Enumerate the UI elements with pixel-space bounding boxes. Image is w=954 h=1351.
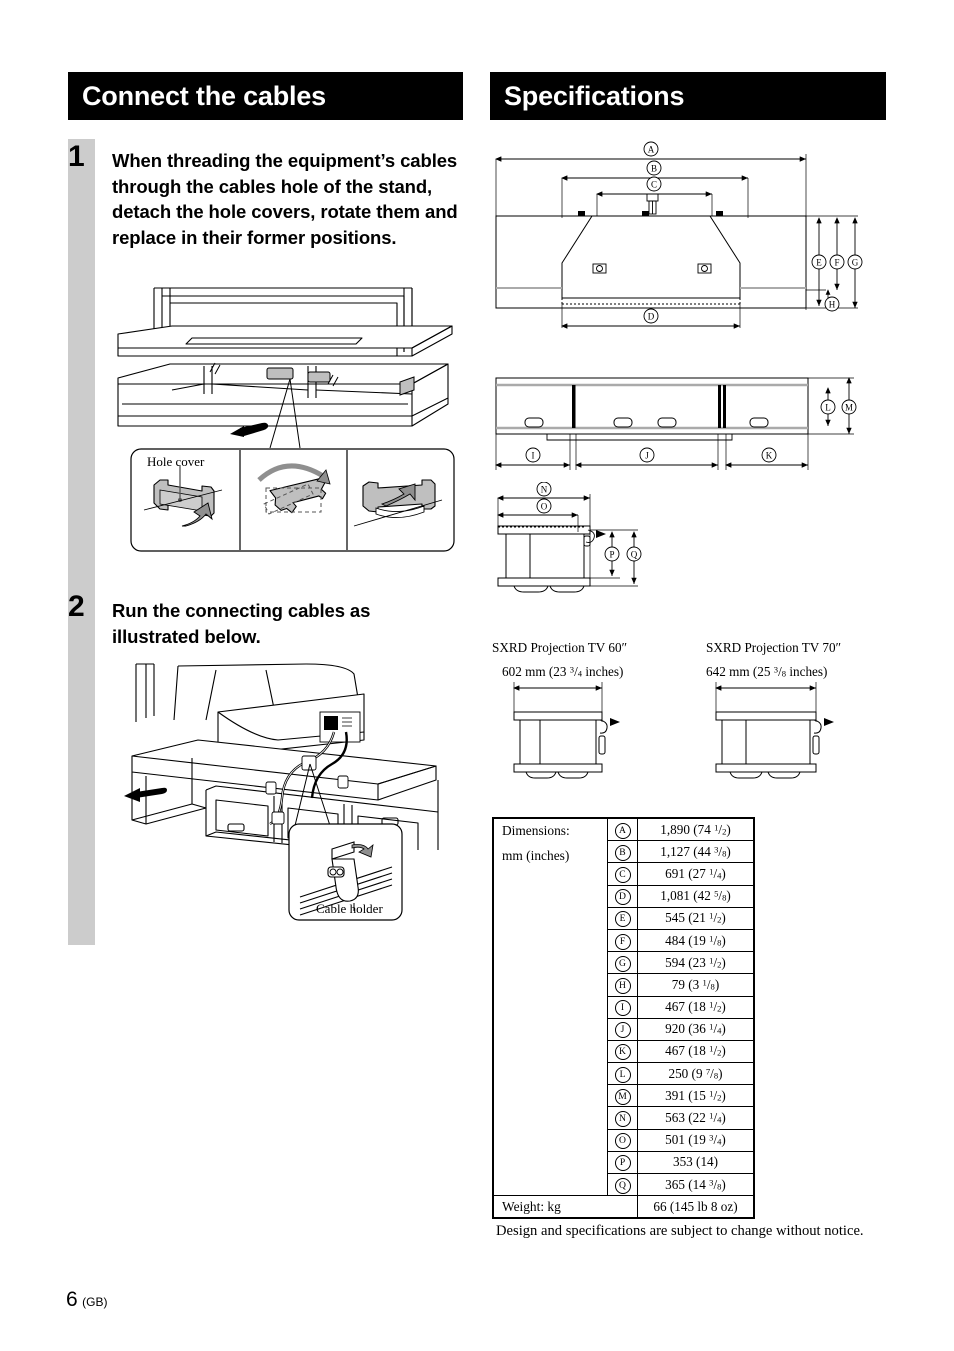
figure-tv-70 — [706, 682, 856, 792]
svg-text:H: H — [829, 300, 836, 310]
weight-value: 66 (145 lb 8 oz) — [637, 1195, 755, 1220]
spec-value-j: 920 (36 1/4) — [637, 1017, 755, 1041]
tv-model-dimension-70: 642 mm (25 3/8 inches) — [706, 664, 828, 679]
spec-key-b: B — [607, 840, 638, 864]
callout-hole-cover: Hole cover — [130, 448, 455, 552]
spec-value-q: 365 (14 3/8) — [637, 1172, 755, 1197]
spec-value-d: 1,081 (42 5/8) — [637, 884, 755, 908]
spec-value-i: 467 (18 1/2) — [637, 995, 755, 1019]
tv-model-name-70: SXRD Projection TV 70″ — [706, 640, 842, 655]
weight-label: Weight: kg — [492, 1195, 638, 1220]
spec-row-label: Dimensions: mm (inches) — [492, 817, 608, 1197]
illustration-cable-routing — [106, 660, 458, 850]
specifications-notice: Design and specifications are subject to… — [496, 1223, 864, 1239]
svg-text:A: A — [648, 145, 655, 155]
tv-model-name-60: SXRD Projection TV 60″ — [492, 640, 628, 655]
spec-key-e: E — [607, 906, 638, 930]
svg-text:O: O — [541, 502, 548, 512]
spec-value-k: 467 (18 1/2) — [637, 1039, 755, 1064]
svg-text:B: B — [651, 164, 657, 174]
spec-key-d: D — [607, 884, 638, 908]
spec-key-o: O — [607, 1128, 638, 1152]
step-2-text: Run the connecting cables as illustrated… — [112, 600, 371, 647]
diagram-front-elevation: A B C E F G H D — [492, 138, 888, 333]
page-footer: 6 (GB) — [66, 1288, 107, 1312]
spec-key-a: A — [607, 817, 638, 842]
spec-value-c: 691 (27 1/4) — [637, 862, 755, 886]
spec-key-p: P — [607, 1150, 638, 1175]
spec-key-j: J — [607, 1017, 638, 1041]
step-1-text: When threading the equipment’s cables th… — [112, 150, 458, 248]
spec-value-n: 563 (22 1/4) — [637, 1106, 755, 1130]
table-row-weight: Weight: kg 66 (145 lb 8 oz) — [492, 1195, 755, 1220]
spec-value-b: 1,127 (44 3/8) — [637, 840, 755, 864]
svg-text:J: J — [645, 451, 649, 461]
callout-label-cable-holder: Cable holder — [316, 901, 383, 916]
spec-value-g: 594 (23 1/2) — [637, 951, 755, 975]
svg-text:N: N — [541, 485, 548, 495]
svg-text:D: D — [648, 312, 655, 322]
spec-label-units: mm (inches) — [502, 848, 570, 863]
section-banner-specifications: Specifications — [490, 72, 886, 120]
spec-key-f: F — [607, 928, 638, 953]
page-number: 6 — [66, 1288, 78, 1311]
spec-key-m: M — [607, 1084, 638, 1108]
spec-key-h: H — [607, 973, 638, 997]
table-row: Dimensions: mm (inches) A 1,890 (74 1/2) — [492, 817, 755, 1197]
figure-tv-60 — [496, 682, 646, 792]
svg-text:C: C — [651, 180, 657, 190]
spec-value-l: 250 (9 7/8) — [637, 1062, 755, 1086]
section-title-left: Connect the cables — [82, 80, 326, 111]
diagram-plan-view: I J K L M — [492, 372, 864, 478]
tv-model-dimension-60: 602 mm (23 3/4 inches) — [502, 664, 624, 679]
spec-value-o: 501 (19 3/4) — [637, 1128, 755, 1152]
illustration-stand-hole-covers — [112, 286, 464, 451]
specifications-table: Dimensions: mm (inches) A 1,890 (74 1/2) B 1,… — [492, 817, 755, 1220]
svg-text:M: M — [845, 403, 853, 413]
spec-key-c: C — [607, 862, 638, 886]
spec-value-h: 79 (3 1/8) — [637, 973, 755, 997]
step-rail — [68, 139, 95, 945]
spec-label-dimensions: Dimensions: — [502, 823, 570, 838]
spec-key-q: Q — [607, 1172, 638, 1197]
spec-key-n: N — [607, 1106, 638, 1130]
svg-text:F: F — [834, 258, 839, 268]
manual-page: Connect the cables Specifications 1 When… — [0, 0, 954, 1351]
svg-text:G: G — [852, 258, 859, 268]
spec-key-l: L — [607, 1062, 638, 1086]
spec-value-p: 353 (14) — [637, 1150, 755, 1175]
callout-cable-holder: Cable holder — [288, 823, 403, 921]
svg-text:P: P — [609, 550, 614, 560]
section-title-right: Specifications — [504, 80, 685, 111]
svg-text:Q: Q — [631, 550, 638, 560]
spec-key-g: G — [607, 951, 638, 975]
step-2-number: 2 — [68, 590, 85, 623]
diagram-side-view: N O P Q — [492, 482, 664, 598]
svg-text:E: E — [816, 258, 822, 268]
spec-key-k: K — [607, 1039, 638, 1064]
callout-label-hole-cover: Hole cover — [147, 454, 205, 469]
spec-value-a: 1,890 (74 1/2) — [637, 817, 755, 842]
step-1-number: 1 — [68, 140, 85, 173]
spec-value-e: 545 (21 1/2) — [637, 906, 755, 930]
svg-text:L: L — [825, 403, 831, 413]
spec-value-f: 484 (19 1/8) — [637, 928, 755, 953]
spec-value-m: 391 (15 1/2) — [637, 1084, 755, 1108]
section-banner-connect-cables: Connect the cables — [68, 72, 463, 120]
page-region: (GB) — [82, 1295, 108, 1309]
svg-text:I: I — [532, 451, 535, 461]
svg-text:K: K — [766, 451, 773, 461]
spec-key-i: I — [607, 995, 638, 1019]
